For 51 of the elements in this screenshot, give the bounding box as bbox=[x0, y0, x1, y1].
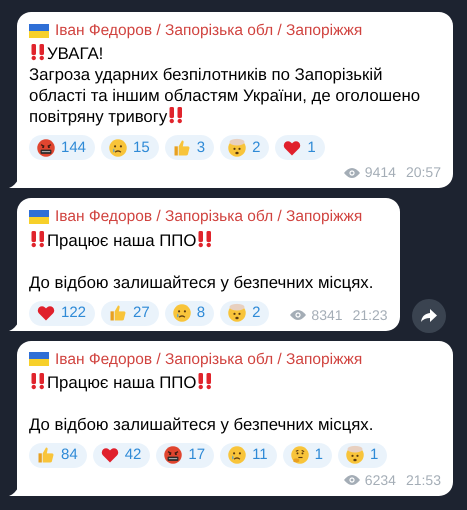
crying-face-icon bbox=[108, 138, 128, 158]
eye-icon bbox=[342, 474, 361, 486]
angry-face-icon bbox=[163, 445, 184, 466]
reaction-chip[interactable]: 3 bbox=[164, 135, 214, 160]
double-exclamation-icon bbox=[29, 43, 47, 62]
reaction-chip[interactable]: 1 bbox=[282, 442, 332, 468]
reaction-chip[interactable]: 11 bbox=[220, 442, 277, 468]
reaction-chip[interactable]: 8 bbox=[164, 300, 214, 326]
flag-icon bbox=[29, 210, 49, 224]
message-text: Працює наша ППО bbox=[29, 372, 441, 393]
reaction-chip[interactable]: 42 bbox=[92, 442, 150, 468]
angry-face-icon bbox=[36, 138, 56, 158]
flag-icon bbox=[29, 352, 49, 366]
reaction-chip[interactable]: 17 bbox=[156, 442, 214, 468]
message-text: До відбою залишайтеся у безпечних місцях. bbox=[29, 272, 374, 292]
forward-button[interactable] bbox=[412, 298, 446, 332]
message-text: До відбою залишайтеся у безпечних місцях. bbox=[29, 414, 374, 435]
reaction-chip[interactable]: 1 bbox=[275, 135, 325, 160]
thumbs-up-icon bbox=[108, 303, 128, 323]
author-name[interactable]: Іван Федоров / Запорізька обл / Запоріжжя bbox=[55, 348, 362, 371]
thumbs-up-icon bbox=[36, 445, 56, 466]
reaction-chip[interactable]: 122 bbox=[29, 300, 96, 326]
message-text: УВАГА! bbox=[29, 43, 441, 64]
double-exclamation-icon bbox=[29, 230, 47, 248]
thinking-face-icon bbox=[290, 445, 310, 466]
reaction-chip[interactable]: 1 bbox=[338, 442, 388, 468]
view-count: 8341 bbox=[311, 306, 343, 324]
thumbs-up-icon bbox=[172, 138, 192, 158]
eye-icon bbox=[289, 309, 308, 321]
reaction-chip[interactable]: 27 bbox=[101, 300, 159, 326]
reaction-chip[interactable]: 15 bbox=[101, 135, 159, 160]
reaction-chip[interactable]: 84 bbox=[29, 442, 87, 468]
eye-icon bbox=[342, 166, 361, 179]
message-time: 20:57 bbox=[406, 163, 441, 182]
crying-face-icon bbox=[227, 445, 248, 466]
author-name[interactable]: Іван Федоров / Запорізька обл / Запоріжжя bbox=[55, 205, 362, 228]
message-text: Загроза ударних безпілотників по Запорізькій області та іншим областям України, де оголошено повітряну тривогу bbox=[29, 64, 422, 128]
crying-face-icon bbox=[172, 303, 192, 323]
author-name[interactable]: Іван Федоров / Запорізька обл / Запоріжжя bbox=[55, 19, 362, 42]
double-exclamation-icon bbox=[29, 372, 47, 390]
message-time: 21:53 bbox=[406, 470, 441, 490]
message-time: 21:23 bbox=[352, 306, 388, 324]
message-text: Працює наша ППО bbox=[29, 230, 388, 250]
flag-icon bbox=[29, 24, 49, 38]
view-count: 9414 bbox=[364, 163, 396, 182]
reaction-chip[interactable]: 2 bbox=[220, 135, 270, 160]
heart-icon bbox=[36, 303, 56, 323]
reaction-chip[interactable]: 2 bbox=[220, 300, 270, 326]
forward-icon bbox=[420, 308, 438, 324]
view-count: 6234 bbox=[364, 470, 396, 490]
reaction-chip[interactable]: 144 bbox=[29, 135, 96, 160]
